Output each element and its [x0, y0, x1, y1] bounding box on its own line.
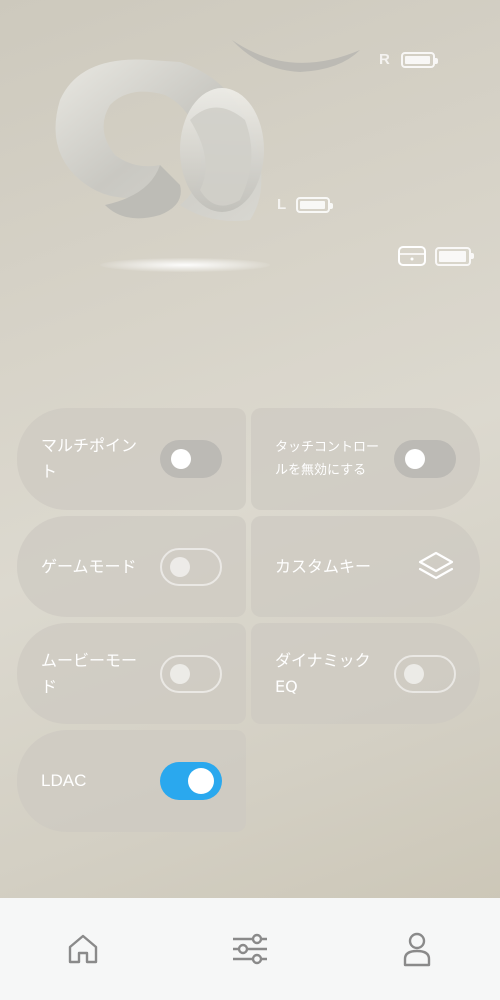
toggle-knob [171, 449, 191, 469]
case-battery-fill [439, 251, 466, 262]
case-battery-icon [435, 247, 474, 266]
game-mode-toggle[interactable] [160, 547, 222, 586]
ldac-label: LDAC [41, 771, 87, 790]
right-battery-fill [405, 56, 430, 64]
left-battery-fill [300, 201, 325, 209]
movie-mode-tile[interactable]: ムービーモード [17, 623, 246, 724]
game-mode-tile[interactable]: ゲームモード [17, 516, 246, 617]
custom-key-label: カスタムキー [275, 556, 372, 576]
touch-control-label: タッチコントロールを無効にする [275, 440, 380, 478]
toggle-knob [404, 663, 424, 684]
layers-icon [418, 551, 454, 579]
touch-control-toggle[interactable] [394, 440, 456, 478]
person-icon [403, 932, 430, 967]
nav-profile-button[interactable] [387, 919, 447, 979]
multipoint-tile[interactable]: マルチポイント [17, 408, 246, 510]
sliders-icon [232, 933, 267, 965]
charging-case-icon [398, 246, 426, 266]
ldac-tile[interactable]: LDAC [17, 730, 246, 832]
toggle-knob [170, 556, 190, 577]
toggle-knob [188, 768, 214, 794]
earbud-shadow [100, 258, 270, 272]
right-earbud-label: R [379, 51, 390, 68]
dynamic-eq-toggle[interactable] [394, 654, 456, 693]
movie-mode-toggle[interactable] [160, 654, 222, 693]
left-earbud-label: L [277, 196, 287, 213]
nav-home-button[interactable] [53, 919, 113, 979]
movie-mode-label: ムービーモード [41, 650, 138, 696]
multipoint-label: マルチポイント [41, 436, 138, 481]
toggle-knob [405, 449, 425, 469]
earbuds-hero: R L [0, 0, 500, 300]
nav-settings-button[interactable] [220, 919, 280, 979]
ldac-toggle[interactable] [160, 762, 222, 800]
bottom-navigation [0, 898, 500, 1000]
home-icon [69, 934, 98, 964]
dynamic-eq-label: ダイナミックEQ [275, 650, 371, 696]
toggle-knob [170, 663, 190, 684]
multipoint-toggle[interactable] [160, 440, 222, 478]
game-mode-label: ゲームモード [41, 556, 137, 576]
dynamic-eq-tile[interactable]: ダイナミックEQ [251, 623, 480, 724]
left-battery-icon [296, 197, 333, 213]
touch-control-tile[interactable]: タッチコントロールを無効にする [251, 408, 480, 510]
custom-key-tile[interactable]: カスタムキー [251, 516, 480, 617]
right-battery-icon [401, 52, 438, 68]
